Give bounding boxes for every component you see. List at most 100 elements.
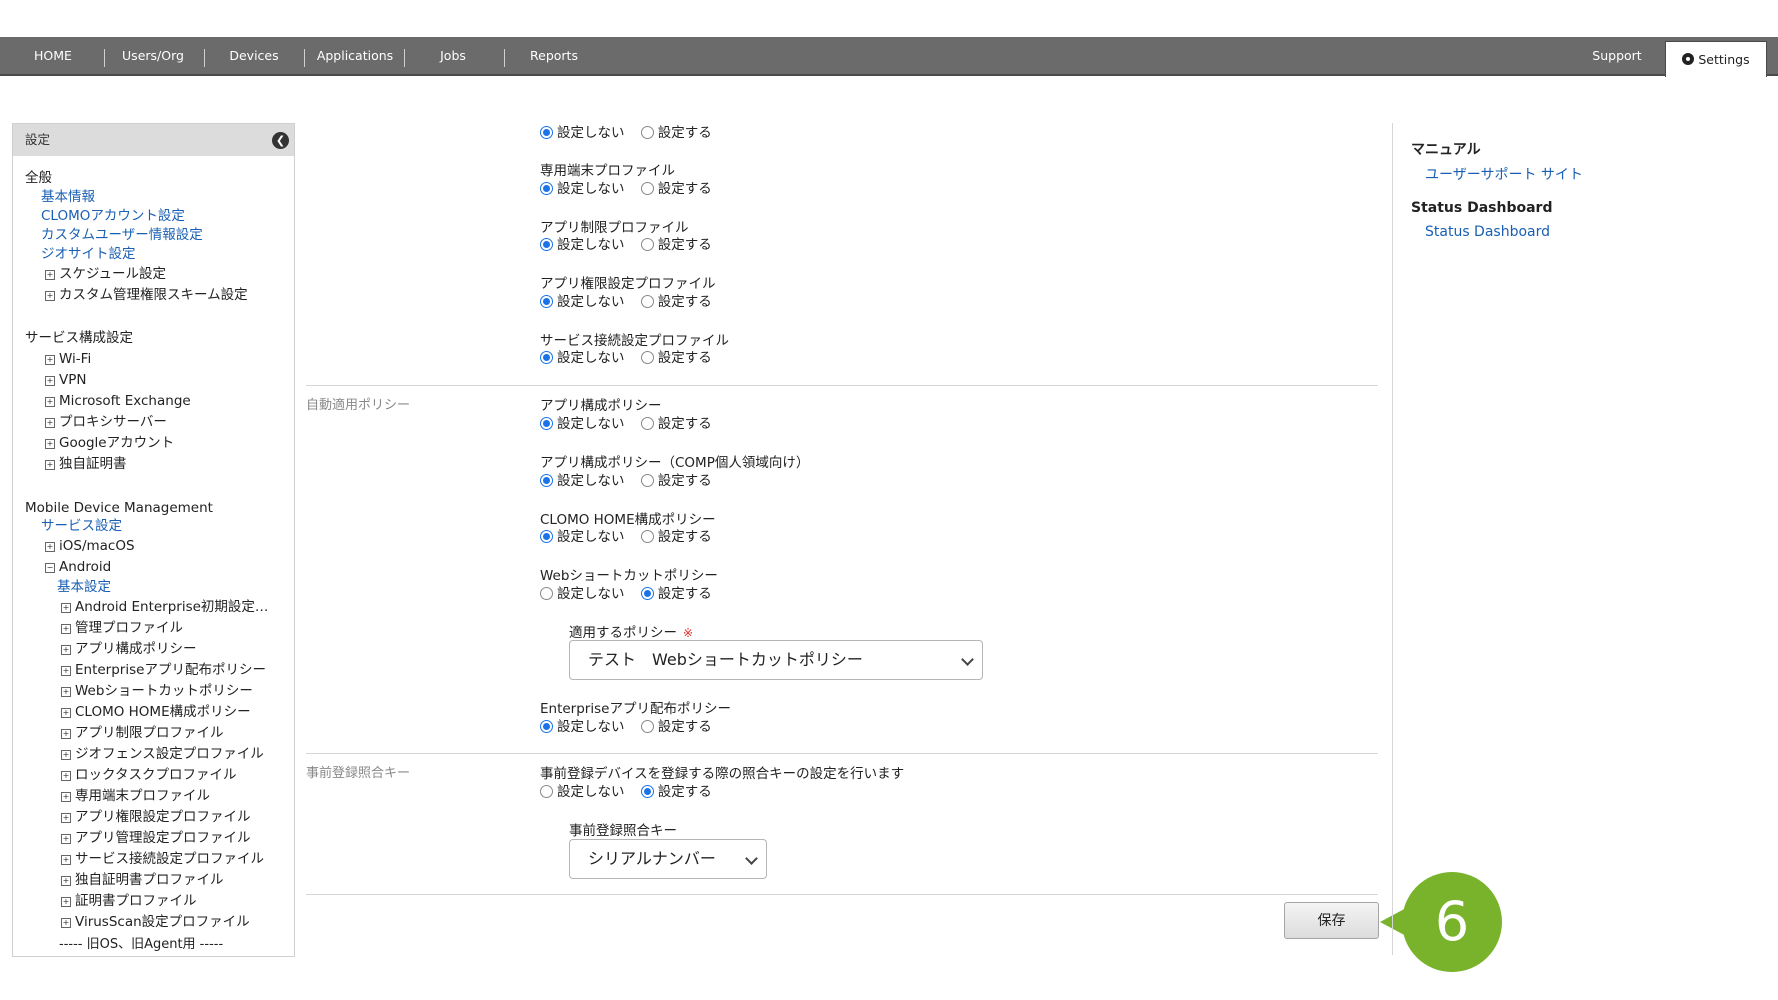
radio-off[interactable]: 設定しない [540,718,625,736]
sidebar-android-item[interactable]: + Webショートカットポリシー [61,682,253,700]
radio-button[interactable] [640,351,654,364]
top-navigation: HOME Users/Org Devices Applications Jobs… [0,37,1778,77]
radio-button[interactable] [640,182,654,195]
expand-icon: + [45,439,55,449]
sidebar-link-clomo-account[interactable]: CLOMOアカウント設定 [41,207,185,225]
sidebar-android-item[interactable]: + サービス接続設定プロファイル [61,850,264,868]
radio-button[interactable] [640,417,654,430]
radio-off[interactable]: 設定しない [540,124,625,142]
sidebar-android-item[interactable]: + アプリ管理設定プロファイル [61,829,251,847]
radio-button[interactable] [540,720,553,733]
radio-button[interactable] [540,182,553,195]
radio-button[interactable] [540,295,553,308]
radio-button[interactable] [540,785,553,798]
sidebar-link-service-settings[interactable]: サービス設定 [41,517,122,535]
radio-button[interactable] [640,126,654,139]
sidebar-android-item[interactable]: + ジオフェンス設定プロファイル [61,745,264,763]
radio-button[interactable] [540,351,553,364]
sidebar-section-mdm: Mobile Device Management [25,500,213,516]
radio-on[interactable]: 設定する [640,415,712,433]
save-button[interactable]: 保存 [1284,902,1379,939]
nav-home[interactable]: HOME [20,37,86,74]
prereg-key-value: シリアルナンバー [588,849,716,868]
sidebar-android-item[interactable]: + ロックタスクプロファイル [61,766,236,784]
collapse-left-icon[interactable]: ❮ [272,132,289,149]
radio-off[interactable]: 設定しない [540,349,625,367]
radio-button[interactable] [640,530,654,543]
user-support-site-link[interactable]: ユーザーサポート サイト [1425,164,1583,184]
sidebar-item-custom-admin-scheme[interactable]: + カスタム管理権限スキーム設定 [45,286,248,304]
radio-off[interactable]: 設定しない [540,180,625,198]
nav-support[interactable]: Support [1574,37,1660,74]
radio-on[interactable]: 設定する [640,783,712,801]
sidebar-item-proxy[interactable]: + プロキシサーバー [45,413,167,431]
sidebar-item-exchange[interactable]: + Microsoft Exchange [45,392,191,410]
sidebar-android-item[interactable]: + 専用端末プロファイル [61,787,210,805]
nav-settings-tab[interactable]: Settings [1665,41,1767,77]
radio-off[interactable]: 設定しない [540,585,625,603]
sidebar-android-item[interactable]: + アプリ構成ポリシー [61,640,197,658]
chevron-down-icon [961,653,974,666]
sidebar-android-item[interactable]: + VirusScan設定プロファイル [61,913,250,931]
radio-off[interactable]: 設定しない [540,528,625,546]
radio-button[interactable] [540,417,553,430]
radio-on[interactable]: 設定する [640,180,712,198]
sidebar-item-vpn[interactable]: + VPN [45,371,86,389]
status-dashboard-link[interactable]: Status Dashboard [1425,224,1550,240]
radio-on[interactable]: 設定する [640,585,712,603]
radio-on[interactable]: 設定する [640,472,712,490]
radio-on[interactable]: 設定する [640,349,712,367]
sidebar-item-google-account[interactable]: + Googleアカウント [45,434,174,452]
nav-devices[interactable]: Devices [214,37,294,74]
sidebar-android-item[interactable]: + 証明書プロファイル [61,892,197,910]
expand-icon: + [45,418,55,428]
sidebar-item-ios-macos[interactable]: + iOS/macOS [45,537,135,555]
sidebar-item-schedule[interactable]: + スケジュール設定 [45,265,166,283]
radio-off[interactable]: 設定しない [540,783,625,801]
radio-button[interactable] [540,238,553,251]
sidebar-android-item[interactable]: + 独自証明書プロファイル [61,871,224,889]
field-title-web-shortcut-policy: Webショートカットポリシー [540,568,718,584]
radio-on[interactable]: 設定する [640,528,712,546]
nav-separator [404,49,405,67]
radio-on[interactable]: 設定する [640,718,712,736]
sidebar-android-item[interactable]: + Enterpriseアプリ配布ポリシー [61,661,266,679]
nav-jobs[interactable]: Jobs [412,37,494,74]
sidebar-item-wifi[interactable]: + Wi-Fi [45,350,91,368]
sidebar-android-item[interactable]: + CLOMO HOME構成ポリシー [61,703,251,721]
radio-button[interactable] [540,126,553,139]
field-title-dedicated-device-profile: 専用端末プロファイル [540,163,675,179]
sidebar-link-basic-info[interactable]: 基本情報 [41,188,95,206]
radio-button[interactable] [540,587,553,600]
radio-on[interactable]: 設定する [640,293,712,311]
radio-button[interactable] [640,720,654,733]
sidebar-item-custom-cert[interactable]: + 独自証明書 [45,455,127,473]
nav-reports[interactable]: Reports [512,37,596,74]
prereg-key-select[interactable]: シリアルナンバー [569,839,767,879]
sidebar-android-item[interactable]: + アプリ制限プロファイル [61,724,224,742]
radio-on[interactable]: 設定する [640,236,712,254]
radio-off[interactable]: 設定しない [540,293,625,311]
radio-button[interactable] [640,295,654,308]
sidebar-android-item[interactable]: + Android Enterprise初期設定… [61,598,268,616]
radio-on[interactable]: 設定する [640,124,712,142]
radio-button[interactable] [540,474,553,487]
sidebar-header: 設定 ❮ [13,124,294,156]
radio-button[interactable] [640,238,654,251]
sidebar-android-item[interactable]: + アプリ権限設定プロファイル [61,808,251,826]
nav-applications[interactable]: Applications [310,37,400,74]
sidebar-android-item[interactable]: + 管理プロファイル [61,619,183,637]
radio-button[interactable] [640,785,654,798]
sidebar-link-geosite[interactable]: ジオサイト設定 [41,245,136,263]
nav-users-org[interactable]: Users/Org [112,37,194,74]
radio-button[interactable] [640,474,654,487]
radio-button[interactable] [640,587,654,600]
radio-button[interactable] [540,530,553,543]
radio-off[interactable]: 設定しない [540,236,625,254]
radio-off[interactable]: 設定しない [540,415,625,433]
radio-off[interactable]: 設定しない [540,472,625,490]
sidebar-link-android-basic[interactable]: 基本設定 [57,578,111,596]
sidebar-item-android[interactable]: − Android [45,558,111,576]
sidebar-link-custom-user-info[interactable]: カスタムユーザー情報設定 [41,226,203,244]
apply-policy-select[interactable]: テスト Webショートカットポリシー [569,640,983,680]
